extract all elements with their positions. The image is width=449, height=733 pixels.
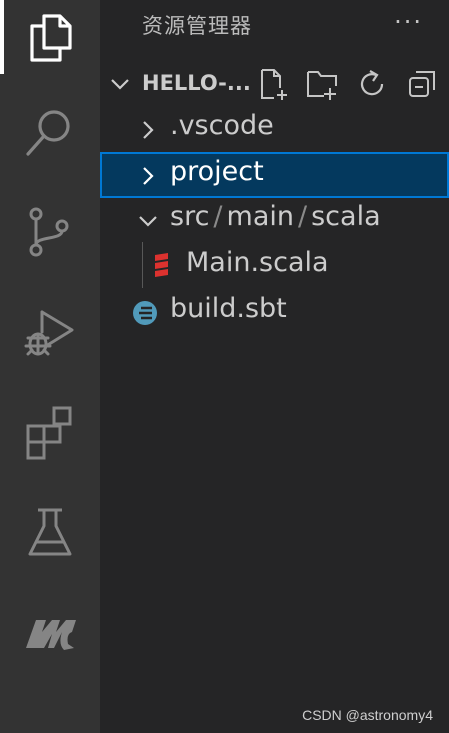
compact-folder-path: src / main / scala	[170, 201, 381, 232]
chevron-right-icon	[143, 167, 154, 185]
path-separator: /	[213, 201, 223, 232]
workspace-section-header[interactable]: HELLO-...	[100, 62, 449, 106]
activity-explorer[interactable]	[0, 0, 100, 88]
chevron-down-icon	[139, 216, 157, 227]
activity-bar	[0, 0, 100, 733]
activity-metals[interactable]	[0, 584, 100, 684]
tree-item-main-scala[interactable]: Main.scala	[100, 243, 449, 289]
folder-segment-scala[interactable]: scala	[311, 201, 381, 232]
flask-icon	[22, 504, 78, 564]
activity-testing[interactable]	[0, 484, 100, 584]
watermark: CSDN @astronomy4	[302, 707, 433, 723]
refresh-icon[interactable]	[356, 68, 388, 100]
tree-item-label: .vscode	[170, 110, 274, 141]
activity-extensions[interactable]	[0, 384, 100, 484]
search-icon	[22, 104, 78, 164]
metals-icon	[22, 604, 78, 664]
tree-item-build-sbt[interactable]: build.sbt	[100, 289, 449, 335]
chevron-down-icon	[111, 79, 129, 90]
tree-item-label: project	[170, 156, 264, 187]
source-control-icon	[22, 204, 78, 264]
path-separator: /	[298, 201, 308, 232]
new-file-icon[interactable]	[258, 68, 290, 100]
tree-item-label: Main.scala	[186, 247, 329, 278]
folder-segment-src[interactable]: src	[170, 201, 209, 232]
more-actions-icon[interactable]: ···	[394, 8, 423, 36]
activity-source-control[interactable]	[0, 184, 100, 284]
tree-item-vscode[interactable]: .vscode	[100, 106, 449, 152]
sbt-file-icon	[133, 301, 157, 325]
scala-file-icon	[155, 253, 168, 277]
activity-run-debug[interactable]	[0, 284, 100, 384]
new-folder-icon[interactable]	[306, 68, 338, 100]
explorer-sidebar: 资源管理器 ··· HELLO-... .vscode project src …	[100, 0, 449, 733]
workspace-title: HELLO-...	[142, 71, 251, 95]
files-icon	[22, 8, 78, 68]
folder-segment-main[interactable]: main	[227, 201, 294, 232]
collapse-all-icon[interactable]	[406, 68, 438, 100]
run-debug-icon	[22, 304, 78, 364]
extensions-icon	[22, 404, 78, 464]
tree-item-label: build.sbt	[170, 293, 287, 324]
tree-item-project[interactable]: project	[100, 152, 449, 198]
tree-item-src-main-scala[interactable]: src / main / scala	[100, 197, 449, 243]
activity-search[interactable]	[0, 84, 100, 184]
chevron-right-icon	[143, 121, 154, 139]
explorer-title: 资源管理器	[142, 14, 252, 38]
